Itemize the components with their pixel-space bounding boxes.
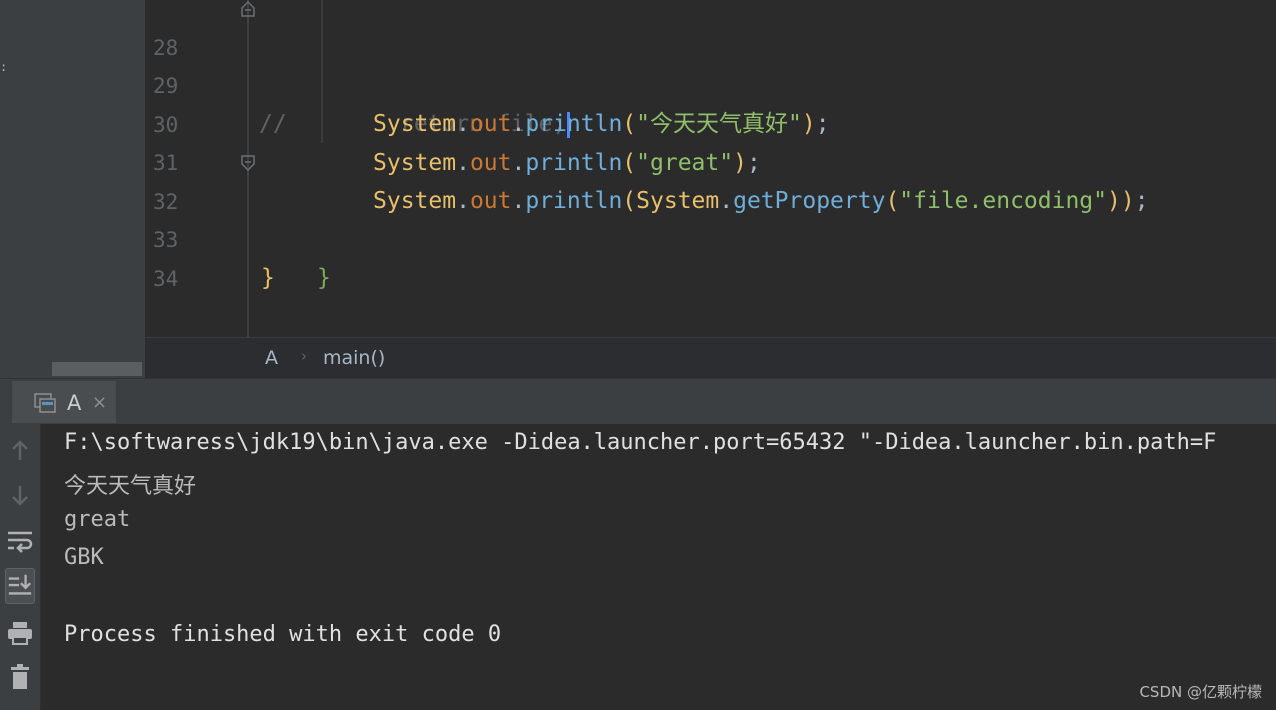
watermark: CSDN @亿颗柠檬 bbox=[1139, 683, 1262, 701]
close-icon[interactable]: × bbox=[92, 392, 107, 413]
breadcrumb-class[interactable]: A bbox=[265, 347, 278, 369]
code-line-33[interactable]: 33 } bbox=[145, 183, 1276, 291]
code-editor[interactable]: 28 //return file; 29 System.out.println(… bbox=[145, 0, 1276, 337]
closing-brace: } bbox=[261, 265, 275, 291]
code-line-34[interactable]: 34 bbox=[145, 222, 1276, 291]
scroll-to-end-icon[interactable] bbox=[5, 568, 35, 604]
breadcrumb-method[interactable]: main() bbox=[323, 347, 385, 369]
run-tab-a[interactable]: A × bbox=[12, 381, 116, 423]
fold-marker-icon[interactable] bbox=[240, 154, 256, 172]
code-line-29[interactable]: 29 System.out.println("今天天气真好"); bbox=[145, 29, 1276, 137]
fold-marker-icon[interactable] bbox=[240, 0, 256, 18]
console-output[interactable]: F:\softwaress\jdk19\bin\java.exe -Didea.… bbox=[41, 424, 1276, 710]
arrow-up-icon[interactable] bbox=[5, 436, 35, 466]
line-number: 34 bbox=[153, 267, 179, 291]
code-line-31[interactable]: 31 System.out.println(System.getProperty… bbox=[145, 106, 1276, 214]
console-output-line: 今天天气真好 bbox=[64, 474, 197, 499]
breadcrumb-separator: › bbox=[301, 347, 307, 365]
arrow-down-icon[interactable] bbox=[5, 480, 35, 510]
strip-mark: : bbox=[0, 60, 8, 74]
console-exit-line: Process finished with exit code 0 bbox=[64, 622, 502, 647]
code-line-32[interactable]: 32 } bbox=[145, 145, 1276, 291]
run-tab-label: A bbox=[67, 391, 82, 415]
horizontal-scrollbar-thumb[interactable] bbox=[52, 362, 142, 376]
run-config-icon bbox=[34, 393, 56, 413]
console-output-line: GBK bbox=[64, 545, 104, 570]
code-line-28[interactable]: 28 //return file; bbox=[145, 0, 1276, 138]
print-icon[interactable] bbox=[5, 618, 35, 648]
run-tab-bar: A × bbox=[0, 378, 1276, 424]
console-output-line: great bbox=[64, 507, 131, 532]
code-line-30[interactable]: 30 System.out.println("great"); bbox=[145, 68, 1276, 176]
run-toolbar bbox=[0, 424, 41, 710]
trash-icon[interactable] bbox=[5, 662, 35, 692]
soft-wrap-icon[interactable] bbox=[5, 526, 35, 556]
project-panel-strip: : bbox=[0, 0, 145, 378]
closing-brace: } bbox=[317, 265, 331, 291]
console-command-line: F:\softwaress\jdk19\bin\java.exe -Didea.… bbox=[64, 430, 1217, 455]
breadcrumb: A › main() bbox=[145, 337, 1276, 378]
